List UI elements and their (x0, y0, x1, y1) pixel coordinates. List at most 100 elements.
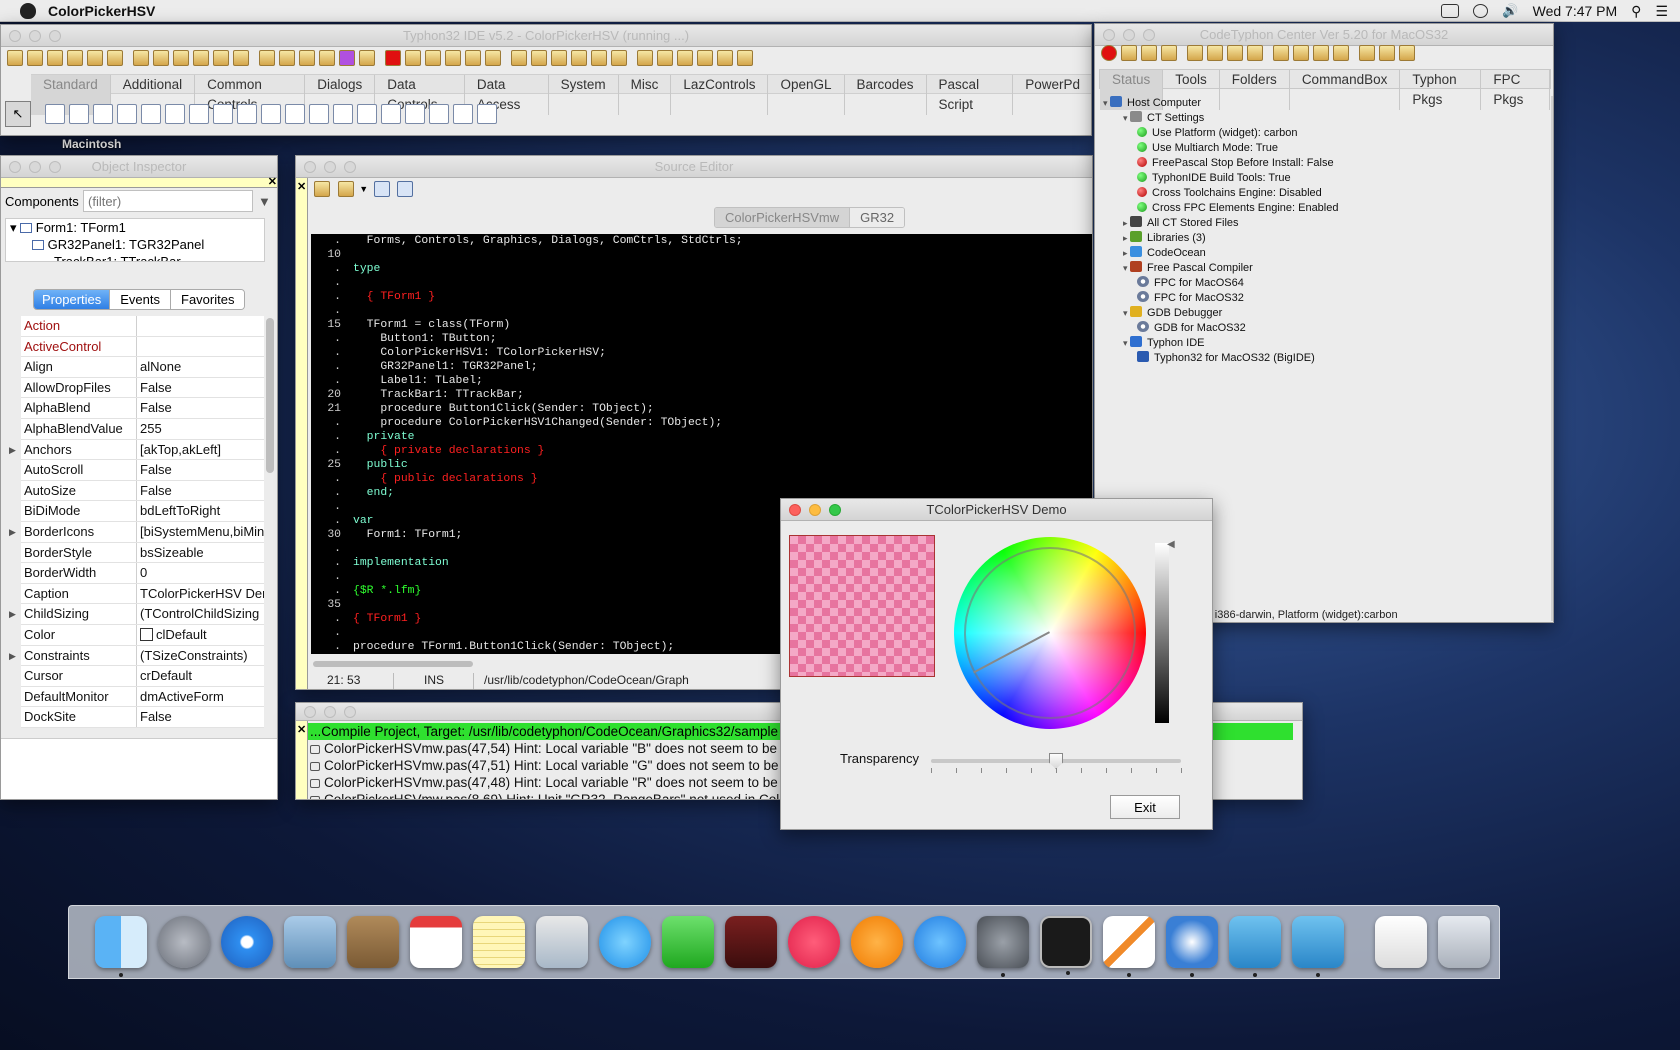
close-button[interactable] (9, 161, 21, 173)
ctc-tree-item[interactable]: Use Platform (widget): carbon (1103, 126, 1338, 141)
spotlight-icon[interactable]: ⚲ (1631, 3, 1641, 20)
chevron-down-icon[interactable]: ▼ (359, 184, 368, 194)
list-box-component-icon[interactable] (261, 104, 281, 124)
arrow-right-icon[interactable] (397, 180, 414, 197)
property-value[interactable]: (TSizeConstraints) (137, 646, 264, 666)
palette-tab-opengl[interactable]: OpenGL (768, 75, 845, 115)
terminal-icon[interactable] (1039, 916, 1092, 975)
close-button[interactable] (9, 30, 21, 42)
memo-component-icon[interactable] (165, 104, 185, 124)
palette-icon[interactable] (319, 49, 335, 66)
mail-icon[interactable] (283, 916, 336, 968)
ctc-tab-typhon-pkgs[interactable]: Typhon Pkgs (1400, 70, 1482, 110)
ctc-vertical-scrollbar[interactable] (1551, 96, 1553, 621)
zoom-button[interactable] (49, 30, 61, 42)
property-grid-scrollbar[interactable] (266, 318, 274, 473)
transparency-trackbar[interactable] (931, 753, 1181, 769)
radio-group-component-icon[interactable] (357, 104, 377, 124)
property-value[interactable]: [akTop,akLeft] (137, 440, 264, 460)
ctc-fpc32-icon[interactable] (1379, 44, 1395, 61)
property-value[interactable]: bsSizeable (137, 543, 264, 563)
compile-icon[interactable] (485, 49, 501, 66)
expand-arrow-icon[interactable]: ▶ (9, 522, 16, 543)
demo-title-bar[interactable]: TColorPickerHSV Demo (781, 499, 1212, 521)
action-list-component-icon[interactable] (453, 104, 473, 124)
typhon-demo-icon[interactable] (1291, 916, 1344, 977)
property-value[interactable]: clDefault (137, 625, 264, 645)
desktop-disk-label[interactable]: Macintosh (62, 137, 121, 151)
edit-component-icon[interactable] (141, 104, 161, 124)
about-icon[interactable] (737, 49, 753, 66)
filter-icon[interactable]: ▼ (258, 194, 271, 209)
object-inspector-title-bar[interactable]: Object Inspector (1, 156, 277, 178)
step-into-icon[interactable] (405, 49, 421, 66)
save-icon[interactable] (107, 49, 123, 66)
property-value[interactable]: False (137, 460, 264, 480)
ctc-tab-fpc-pkgs[interactable]: FPC Pkgs (1481, 70, 1550, 110)
view-forms-icon[interactable] (299, 49, 315, 66)
minimize-button[interactable] (324, 161, 336, 173)
hue-saturation-wheel[interactable] (954, 537, 1146, 729)
new-unit-icon[interactable] (47, 49, 63, 66)
minimize-button[interactable] (1123, 29, 1135, 41)
docking-grabber[interactable]: ✕ (1, 176, 277, 188)
documents-stack-icon[interactable] (1374, 916, 1427, 968)
property-row[interactable]: BorderWidth 0 (21, 563, 264, 584)
tab-properties[interactable]: Properties (34, 290, 110, 309)
ctc-tree-item[interactable]: ▸ All CT Stored Files (1103, 216, 1338, 231)
property-row[interactable]: AutoSize False (21, 480, 264, 502)
property-value[interactable]: [biSystemMenu,biMin (137, 522, 264, 542)
combo-box-component-icon[interactable] (285, 104, 305, 124)
expand-arrow-icon[interactable]: ▶ (9, 646, 16, 667)
property-row[interactable]: ActiveControl (21, 336, 264, 358)
evaluate-icon[interactable] (697, 49, 713, 66)
transparency-thumb[interactable] (1049, 753, 1063, 769)
save-all-icon[interactable] (133, 49, 149, 66)
tree-expand-arrow-icon[interactable]: ▾ (1123, 338, 1130, 348)
open-file-icon[interactable] (67, 49, 83, 66)
minimize-button[interactable] (29, 30, 41, 42)
zoom-button[interactable] (344, 706, 356, 718)
property-row[interactable]: DefaultMonitor dmActiveForm (21, 686, 264, 708)
tree-expand-arrow-icon[interactable]: ▸ (1123, 248, 1130, 258)
build-icon[interactable] (213, 49, 229, 66)
time-machine-icon[interactable] (1473, 4, 1489, 18)
palette-tab-pascal-script[interactable]: Pascal Script (927, 75, 1014, 115)
tree-expand-arrow-icon[interactable]: ▸ (1123, 233, 1130, 243)
expand-arrow-icon[interactable]: ▶ (9, 440, 16, 461)
property-value[interactable]: alNone (137, 357, 264, 377)
finder-icon[interactable] (94, 916, 147, 977)
sync-icon[interactable] (531, 49, 547, 66)
ctc-tree-item[interactable]: ▸ CodeOcean (1103, 246, 1338, 261)
exit-button[interactable]: Exit (1110, 795, 1180, 819)
ctc-terminal-icon[interactable] (1187, 44, 1203, 61)
property-value[interactable]: False (137, 481, 264, 501)
ctc-tree-item[interactable]: Cross FPC Elements Engine: Enabled (1103, 201, 1338, 216)
property-value[interactable]: False (137, 398, 264, 418)
callstack-icon[interactable] (657, 49, 673, 66)
minimize-button[interactable] (324, 706, 336, 718)
minimize-button[interactable] (29, 161, 41, 173)
app-menu-name[interactable]: ColorPickerHSV (48, 3, 155, 19)
ctc-tree-item[interactable]: ▾ Host Computer (1103, 96, 1338, 111)
pause-icon[interactable] (359, 49, 375, 66)
ctc-tree-item[interactable]: Typhon32 for MacOS32 (BigIDE) (1103, 351, 1338, 366)
close-icon[interactable]: ✕ (296, 181, 306, 193)
property-value[interactable]: dmActiveForm (137, 687, 264, 707)
value-slider-arrow-icon[interactable]: ◀ (1167, 539, 1175, 550)
options-icon[interactable] (571, 49, 587, 66)
ctc-tree-item[interactable]: FPC for MacOS64 (1103, 276, 1338, 291)
contacts-icon[interactable] (346, 916, 399, 968)
typhon-ide-icon[interactable] (1165, 916, 1218, 977)
property-row[interactable]: Caption TColorPickerHSV Der (21, 583, 264, 605)
property-row[interactable]: AlphaBlendValue 255 (21, 418, 264, 440)
close-button[interactable] (304, 161, 316, 173)
photo-booth-icon[interactable] (724, 916, 777, 968)
selection-pointer-icon[interactable]: ↖ (5, 101, 31, 127)
tab-gr32[interactable]: GR32 (849, 208, 905, 227)
inspect-icon[interactable] (233, 49, 249, 66)
ctc-tree-item[interactable]: ▾ Free Pascal Compiler (1103, 261, 1338, 276)
menubar-clock[interactable]: Wed 7:47 PM (1533, 3, 1618, 19)
property-row[interactable]: BorderStyle bsSizeable (21, 542, 264, 564)
property-row[interactable]: AutoScroll False (21, 460, 264, 481)
